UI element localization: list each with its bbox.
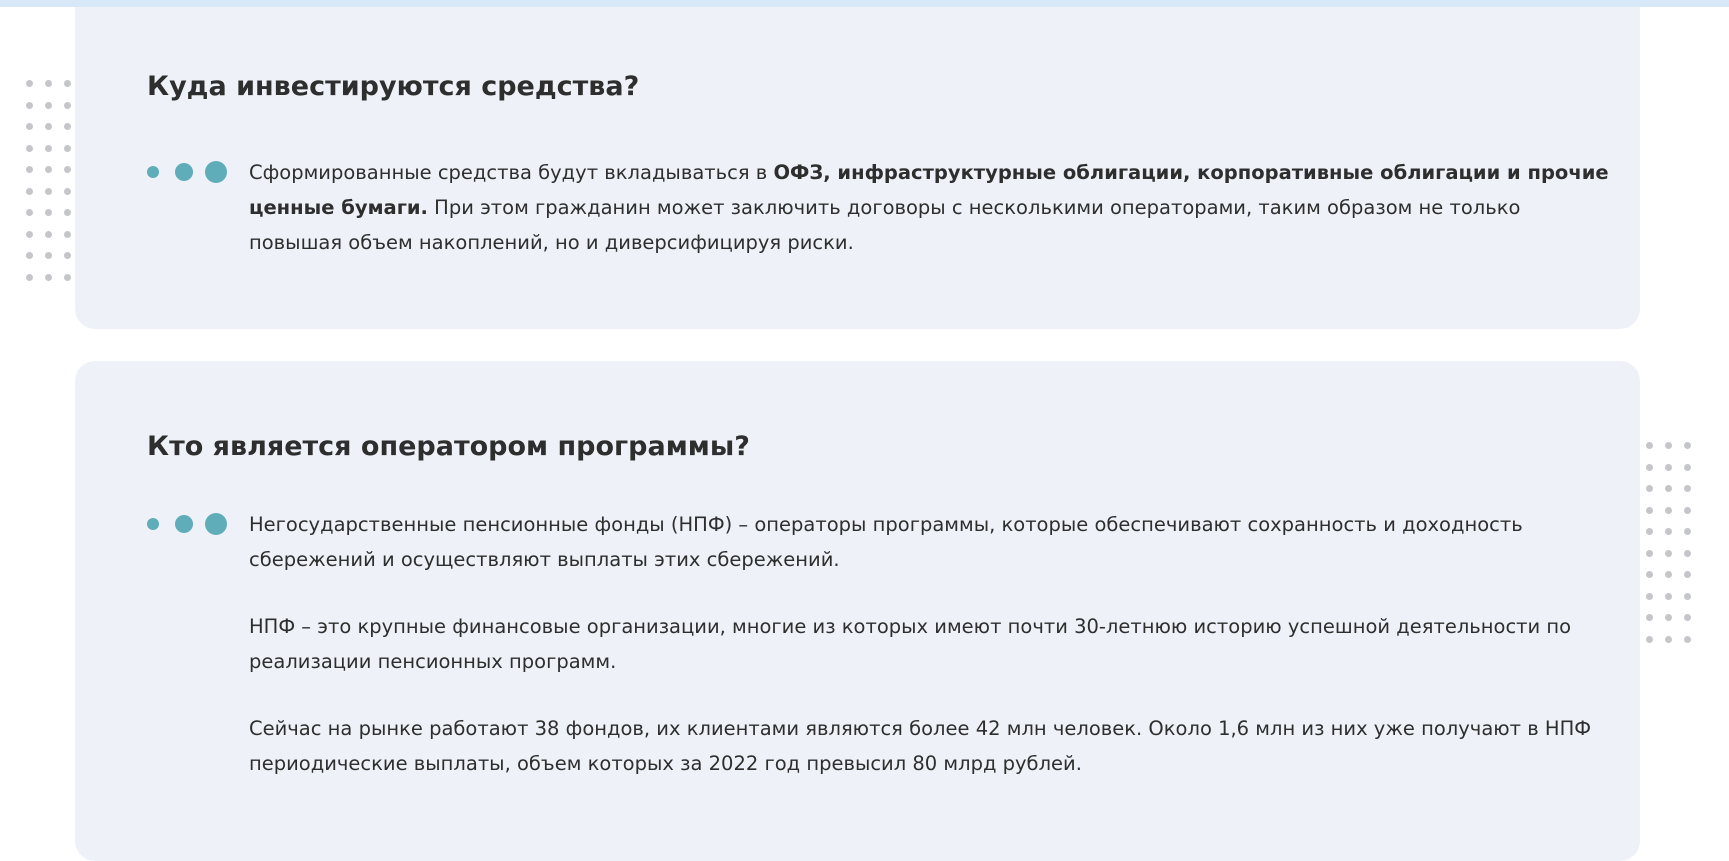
decorative-dot <box>45 230 52 238</box>
decorative-dot <box>45 252 52 259</box>
decorative-dot <box>64 101 71 109</box>
section-text: Негосударственные пенсионные фонды (НПФ)… <box>249 507 1619 781</box>
decorative-dot <box>26 230 33 238</box>
section-text: Сформированные средства будут вкладывать… <box>249 155 1619 260</box>
decorative-dot <box>45 123 52 130</box>
decorative-dot-grid-left <box>26 80 71 281</box>
decorative-dot <box>1684 485 1691 492</box>
decorative-dot <box>45 80 52 87</box>
decorative-dot <box>1665 528 1672 535</box>
decorative-dot-grid-right <box>1646 442 1691 643</box>
decorative-dot <box>64 230 71 238</box>
top-strip <box>0 0 1729 7</box>
decorative-dot <box>1684 571 1691 578</box>
decorative-dot <box>1665 485 1672 492</box>
decorative-dot <box>1684 506 1691 514</box>
decorative-dot <box>1684 592 1691 600</box>
decorative-dot <box>26 123 33 130</box>
decorative-dot <box>1665 635 1672 643</box>
decorative-dot <box>1665 549 1672 557</box>
decorative-dot <box>1665 614 1672 621</box>
decorative-dot <box>26 166 33 173</box>
decorative-dot <box>26 252 33 259</box>
decorative-dot <box>1684 614 1691 621</box>
three-dots-bullet-icon <box>147 160 229 184</box>
decorative-dot <box>64 187 71 195</box>
decorative-dot <box>1646 549 1653 557</box>
decorative-dot <box>26 101 33 109</box>
decorative-dot <box>45 144 52 152</box>
bullet-dot-medium <box>175 515 193 533</box>
decorative-dot <box>1684 463 1691 471</box>
decorative-dot <box>64 252 71 259</box>
decorative-dot <box>1646 635 1653 643</box>
decorative-dot <box>1665 592 1672 600</box>
decorative-dot <box>1684 635 1691 643</box>
bullet-dot-small <box>147 166 159 178</box>
decorative-dot <box>64 144 71 152</box>
decorative-dot <box>1646 442 1653 449</box>
paragraph: Сформированные средства будут вкладывать… <box>249 155 1619 260</box>
decorative-dot <box>26 187 33 195</box>
bullet-dot-large <box>205 161 227 183</box>
decorative-dot <box>1646 571 1653 578</box>
decorative-dot <box>26 144 33 152</box>
bullet-dot-small <box>147 518 159 530</box>
section-title: Куда инвестируются средства? <box>147 71 640 102</box>
paragraph: Сейчас на рынке работают 38 фондов, их к… <box>249 717 1592 775</box>
decorative-dot <box>1646 592 1653 600</box>
bullet-dot-large <box>205 513 227 535</box>
paragraph-text: Сформированные средства будут вкладывать… <box>249 161 774 184</box>
decorative-dot <box>45 209 52 216</box>
decorative-dot <box>1665 506 1672 514</box>
decorative-dot <box>64 209 71 216</box>
decorative-dot <box>1665 463 1672 471</box>
decorative-dot <box>1646 506 1653 514</box>
section-title: Кто является оператором программы? <box>147 431 750 462</box>
decorative-dot <box>45 166 52 173</box>
operator-info-card: Кто является оператором программы? Негос… <box>75 361 1640 861</box>
decorative-dot <box>64 123 71 130</box>
investment-info-card: Куда инвестируются средства? Сформирован… <box>75 7 1640 329</box>
paragraph: Негосударственные пенсионные фонды (НПФ)… <box>249 513 1523 571</box>
decorative-dot <box>1684 528 1691 535</box>
paragraph: НПФ – это крупные финансовые организации… <box>249 615 1572 673</box>
decorative-dot <box>45 101 52 109</box>
decorative-dot <box>45 273 52 281</box>
paragraph-text: При этом гражданин может заключить догов… <box>249 196 1521 254</box>
decorative-dot <box>64 80 71 87</box>
decorative-dot <box>64 273 71 281</box>
decorative-dot <box>1684 549 1691 557</box>
decorative-dot <box>1665 442 1672 449</box>
decorative-dot <box>45 187 52 195</box>
bullet-dot-medium <box>175 163 193 181</box>
decorative-dot <box>26 273 33 281</box>
decorative-dot <box>26 80 33 87</box>
decorative-dot <box>1665 571 1672 578</box>
three-dots-bullet-icon <box>147 512 229 536</box>
decorative-dot <box>1646 614 1653 621</box>
decorative-dot <box>1684 442 1691 449</box>
decorative-dot <box>64 166 71 173</box>
decorative-dot <box>1646 463 1653 471</box>
decorative-dot <box>1646 485 1653 492</box>
decorative-dot <box>26 209 33 216</box>
decorative-dot <box>1646 528 1653 535</box>
